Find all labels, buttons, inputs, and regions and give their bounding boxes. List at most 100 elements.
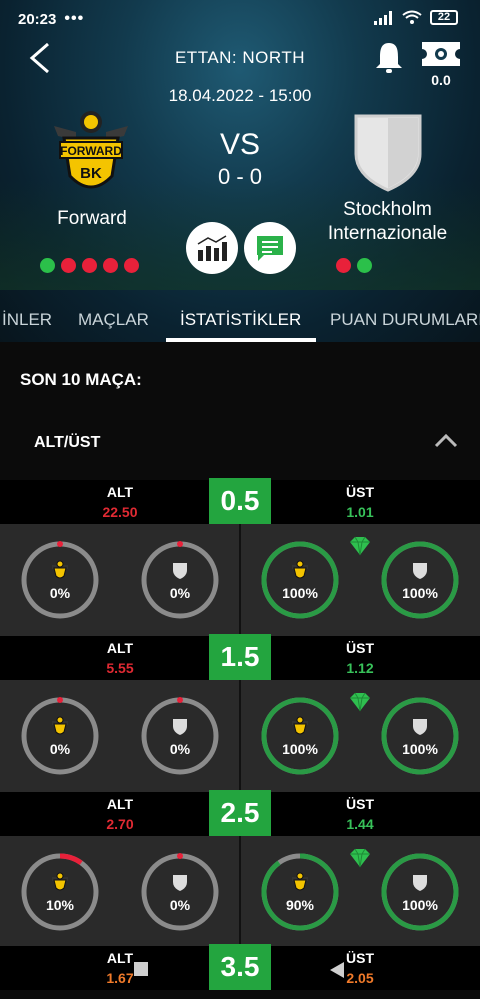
diamond-icon	[350, 848, 370, 868]
progress-ring	[21, 853, 99, 931]
line-badge: 3.5	[209, 944, 271, 990]
row-divider	[239, 524, 241, 636]
line-badge: 1.5	[209, 634, 271, 680]
loss-dot	[124, 258, 139, 273]
ring-percent: 10%	[45, 897, 75, 913]
ring-percent: 100%	[402, 585, 438, 601]
ust-label: ÜST	[346, 796, 374, 812]
forward-mini-icon	[52, 716, 68, 735]
progress-ring	[141, 853, 219, 931]
ust-away-ring: 100%	[380, 696, 460, 776]
ticket-value: 0.0	[431, 72, 451, 88]
tab-matches[interactable]: MAÇLAR	[78, 310, 149, 330]
alt-label: ALT	[106, 950, 134, 966]
back-control-icon[interactable]	[330, 962, 344, 978]
forward-mini-icon	[292, 716, 308, 735]
progress-ring	[381, 541, 459, 619]
alt-odds: 5.55	[106, 660, 134, 676]
progress-ring	[141, 697, 219, 775]
altust-header[interactable]: ALT/ÜST	[34, 434, 100, 452]
shield-mini-icon	[413, 563, 427, 579]
loss-dot	[336, 258, 351, 273]
forward-mini-icon	[52, 560, 68, 579]
ring-percent: 90%	[285, 897, 315, 913]
alt-home-ring: 0%	[20, 540, 100, 620]
alt-odds: 22.50	[102, 504, 138, 520]
loss-dot	[61, 258, 76, 273]
shield-mini-icon	[173, 875, 187, 891]
match-date: 18.04.2022 - 15:00	[168, 86, 312, 105]
ring-percent: 100%	[402, 897, 438, 913]
win-dot	[40, 258, 55, 273]
percentage-row: 0% 0% 100% 100%	[0, 524, 480, 636]
row-divider	[239, 680, 241, 792]
stats-chart-button[interactable]	[186, 222, 238, 274]
odds-row[interactable]: ALT 2.70 2.5 ÜST 1.44	[0, 790, 480, 836]
ust-home-ring: 100%	[260, 540, 340, 620]
progress-ring	[261, 697, 339, 775]
alt-label: ALT	[106, 796, 134, 812]
ring-percent: 0%	[169, 741, 191, 757]
comments-button[interactable]	[244, 222, 296, 274]
bell-icon[interactable]	[372, 40, 406, 76]
row-divider	[239, 836, 241, 948]
tab-players[interactable]: İNLER	[2, 310, 52, 330]
ust-away-ring: 100%	[380, 852, 460, 932]
home-form-dots	[40, 258, 139, 273]
forward-mini-icon	[292, 560, 308, 579]
stop-control-icon[interactable]	[134, 962, 148, 976]
win-dot	[357, 258, 372, 273]
shield-mini-icon	[413, 719, 427, 735]
odds-row[interactable]: ALT 22.50 0.5 ÜST 1.01	[0, 478, 480, 524]
ring-percent: 0%	[169, 585, 191, 601]
chat-icon	[257, 236, 283, 261]
ring-percent: 100%	[402, 741, 438, 757]
diamond-icon	[350, 692, 370, 712]
percentage-row: 0% 0% 100% 100%	[0, 680, 480, 792]
match-header: 20:23 ••• 22 ETTAN: NORTH 18.04.2022 - 1…	[0, 0, 480, 342]
section-title: SON 10 MAÇA:	[20, 370, 142, 389]
home-team-name[interactable]: Forward	[22, 208, 162, 230]
progress-ring	[381, 697, 459, 775]
shield-mini-icon	[173, 719, 187, 735]
progress-ring	[141, 541, 219, 619]
loss-dot	[103, 258, 118, 273]
status-icons: 22	[374, 10, 458, 25]
alt-away-ring: 0%	[140, 696, 220, 776]
ring-percent: 0%	[49, 741, 71, 757]
wifi-icon	[402, 10, 422, 24]
tab-standings[interactable]: PUAN DURUMLARI	[330, 310, 480, 330]
shield-mini-icon	[413, 875, 427, 891]
active-tab-indicator	[166, 338, 316, 342]
signal-icon	[374, 10, 392, 25]
ust-odds: 1.01	[346, 504, 374, 520]
ticket-icon[interactable]	[420, 40, 462, 68]
progress-ring	[261, 541, 339, 619]
stockholm-shield-logo	[354, 114, 422, 192]
odds-row[interactable]: ALT 1.67 3.5 ÜST 2.05	[0, 944, 480, 990]
tab-bar: İNLER MAÇLAR İSTATİSTİKLER PUAN DURUMLAR…	[0, 292, 480, 342]
battery-icon: 22	[430, 10, 458, 25]
progress-ring	[21, 697, 99, 775]
line-badge: 2.5	[209, 790, 271, 836]
away-team-name[interactable]: Stockholm Internazionale	[310, 198, 465, 246]
alt-home-ring: 10%	[20, 852, 100, 932]
ring-percent: 0%	[169, 897, 191, 913]
away-name-line2: Internazionale	[327, 223, 448, 244]
status-dots: •••	[64, 10, 85, 27]
progress-ring	[21, 541, 99, 619]
shield-mini-icon	[173, 563, 187, 579]
line-badge: 0.5	[209, 478, 271, 524]
alt-away-ring: 0%	[140, 540, 220, 620]
alt-label: ALT	[106, 484, 134, 500]
diamond-icon	[350, 536, 370, 556]
odds-row[interactable]: ALT 5.55 1.5 ÜST 1.12	[0, 634, 480, 680]
alt-odds: 2.70	[106, 816, 134, 832]
chevron-up-icon[interactable]	[432, 430, 460, 452]
away-name-line1: Stockholm	[343, 199, 432, 220]
forward-mini-icon	[52, 872, 68, 891]
tab-statistics[interactable]: İSTATİSTİKLER	[180, 310, 301, 330]
ring-percent: 100%	[282, 741, 318, 757]
ring-percent: 100%	[282, 585, 318, 601]
alt-odds: 1.67	[106, 970, 134, 986]
